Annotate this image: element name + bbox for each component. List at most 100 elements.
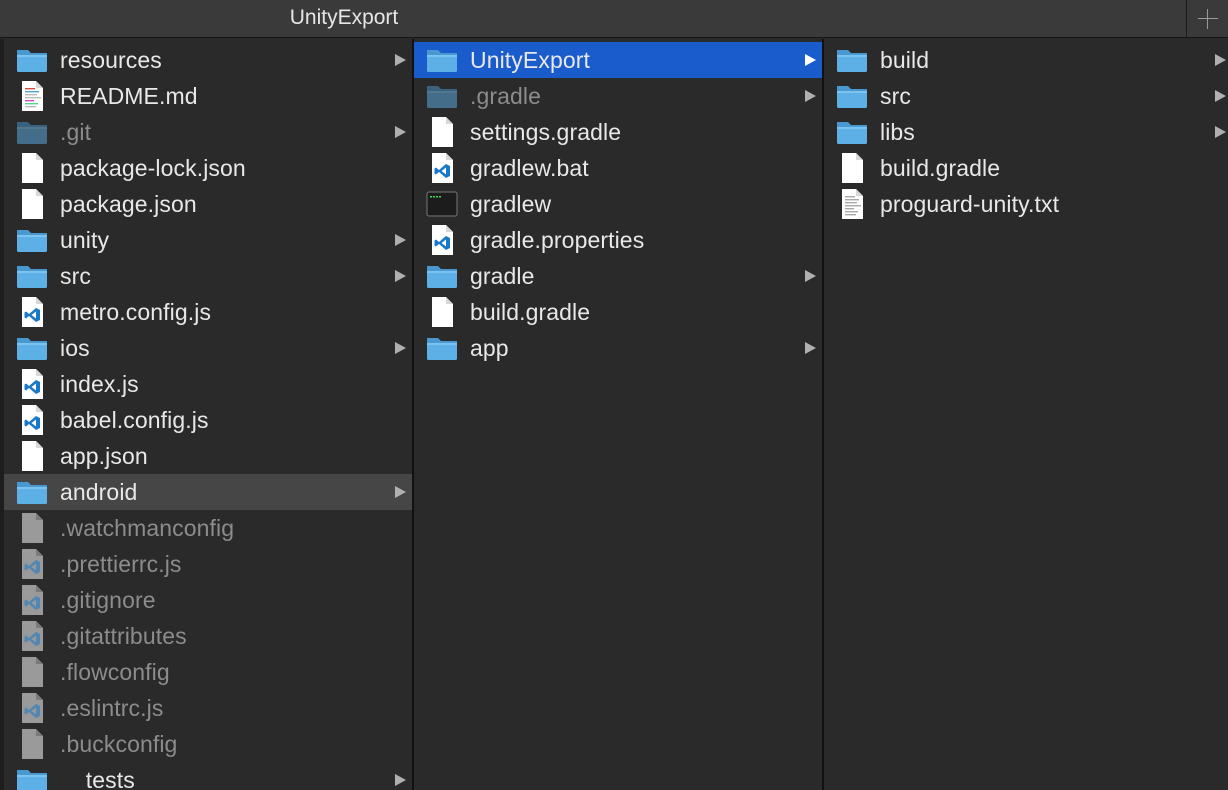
disclosure-arrow-icon [395, 486, 406, 498]
file-item[interactable]: build.gradle [414, 294, 822, 330]
item-label: android [60, 478, 138, 505]
folder-item[interactable]: unity [4, 222, 412, 258]
item-label: gradlew [470, 190, 552, 217]
file-item[interactable]: gradlew.bat [414, 150, 822, 186]
folder-icon [426, 332, 458, 364]
file-item[interactable]: package.json [4, 186, 412, 222]
item-label: .git [60, 118, 92, 145]
disclosure-arrow-icon [805, 54, 816, 66]
disclosure-arrow-icon [395, 126, 406, 138]
file-item[interactable]: .buckconfig [4, 726, 412, 762]
file-item[interactable]: index.js [4, 366, 412, 402]
item-label: package.json [60, 190, 197, 217]
disclosure-arrow-icon [1215, 126, 1226, 138]
folder-item[interactable]: .gradle [414, 78, 822, 114]
item-label: .gradle [470, 82, 542, 109]
markdown-file-icon [16, 80, 48, 112]
folder-item[interactable]: app [414, 330, 822, 366]
browser-column-2[interactable]: UnityExport .gradle settings.gradle grad… [414, 39, 822, 790]
folder-icon [16, 260, 48, 292]
folder-item[interactable]: gradle [414, 258, 822, 294]
disclosure-arrow-icon [395, 342, 406, 354]
folder-item[interactable]: .git [4, 114, 412, 150]
document-icon [426, 116, 458, 148]
document-icon [16, 152, 48, 184]
folder-item[interactable]: ios [4, 330, 412, 366]
file-item[interactable]: metro.config.js [4, 294, 412, 330]
item-label: app [470, 334, 509, 361]
item-label: gradle.properties [470, 226, 645, 253]
folder-icon [836, 116, 868, 148]
folder-icon [426, 80, 458, 112]
document-icon [16, 512, 48, 544]
folder-item[interactable]: android [4, 474, 412, 510]
file-item[interactable]: .flowconfig [4, 654, 412, 690]
file-item[interactable]: babel.config.js [4, 402, 412, 438]
folder-item[interactable]: src [824, 78, 1228, 114]
file-item[interactable]: gradle.properties [414, 222, 822, 258]
folder-icon [836, 44, 868, 76]
folder-item[interactable]: libs [824, 114, 1228, 150]
folder-icon [426, 260, 458, 292]
folder-icon [16, 44, 48, 76]
document-icon [16, 440, 48, 472]
file-item[interactable]: package-lock.json [4, 150, 412, 186]
file-item[interactable]: gradlew [414, 186, 822, 222]
vscode-file-icon [16, 548, 48, 580]
item-label: metro.config.js [60, 298, 212, 325]
vscode-file-icon [16, 584, 48, 616]
browser-column-3[interactable]: build src libs build.gradle proguard-uni… [824, 39, 1228, 790]
file-item[interactable]: .watchmanconfig [4, 510, 412, 546]
file-item[interactable]: .gitattributes [4, 618, 412, 654]
folder-item[interactable]: resources [4, 42, 412, 78]
item-label: package-lock.json [60, 154, 246, 181]
document-icon [16, 728, 48, 760]
folder-icon [426, 44, 458, 76]
text-file-icon [836, 188, 868, 220]
file-item[interactable]: app.json [4, 438, 412, 474]
vscode-file-icon [16, 368, 48, 400]
folder-icon [16, 224, 48, 256]
item-label: unity [60, 226, 110, 253]
folder-item[interactable]: UnityExport [414, 42, 822, 78]
disclosure-arrow-icon [805, 90, 816, 102]
vscode-file-icon [16, 404, 48, 436]
item-label: libs [880, 118, 915, 145]
folder-item[interactable]: build [824, 42, 1228, 78]
item-label: build.gradle [470, 298, 591, 325]
disclosure-arrow-icon [395, 234, 406, 246]
item-label: .eslintrc.js [60, 694, 164, 721]
folder-item[interactable]: __tests__ [4, 762, 412, 790]
file-item[interactable]: .eslintrc.js [4, 690, 412, 726]
browser-column-1[interactable]: resources README.md .git package-lock.js… [4, 39, 412, 790]
vscode-file-icon [426, 152, 458, 184]
item-label: build [880, 46, 930, 73]
file-item[interactable]: build.gradle [824, 150, 1228, 186]
disclosure-arrow-icon [1215, 90, 1226, 102]
file-item[interactable]: .prettierrc.js [4, 546, 412, 582]
plus-icon-stroke [1206, 8, 1209, 29]
item-label: gradlew.bat [470, 154, 589, 181]
vscode-file-icon [16, 692, 48, 724]
document-icon [426, 296, 458, 328]
item-label: resources [60, 46, 162, 73]
vscode-file-icon [16, 620, 48, 652]
item-label: src [880, 82, 911, 109]
window-title: UnityExport [289, 6, 399, 29]
file-item[interactable]: .gitignore [4, 582, 412, 618]
folder-icon [16, 116, 48, 148]
disclosure-arrow-icon [395, 54, 406, 66]
file-item[interactable]: settings.gradle [414, 114, 822, 150]
vscode-file-icon [16, 296, 48, 328]
item-label: build.gradle [880, 154, 1001, 181]
item-label: app.json [60, 442, 148, 469]
new-tab-button[interactable] [1187, 0, 1228, 37]
item-label: __tests__ [60, 766, 161, 790]
file-item[interactable]: README.md [4, 78, 412, 114]
document-icon [16, 188, 48, 220]
vscode-file-icon [426, 224, 458, 256]
item-label: .gitattributes [60, 622, 187, 649]
file-item[interactable]: proguard-unity.txt [824, 186, 1228, 222]
disclosure-arrow-icon [395, 774, 406, 786]
folder-item[interactable]: src [4, 258, 412, 294]
